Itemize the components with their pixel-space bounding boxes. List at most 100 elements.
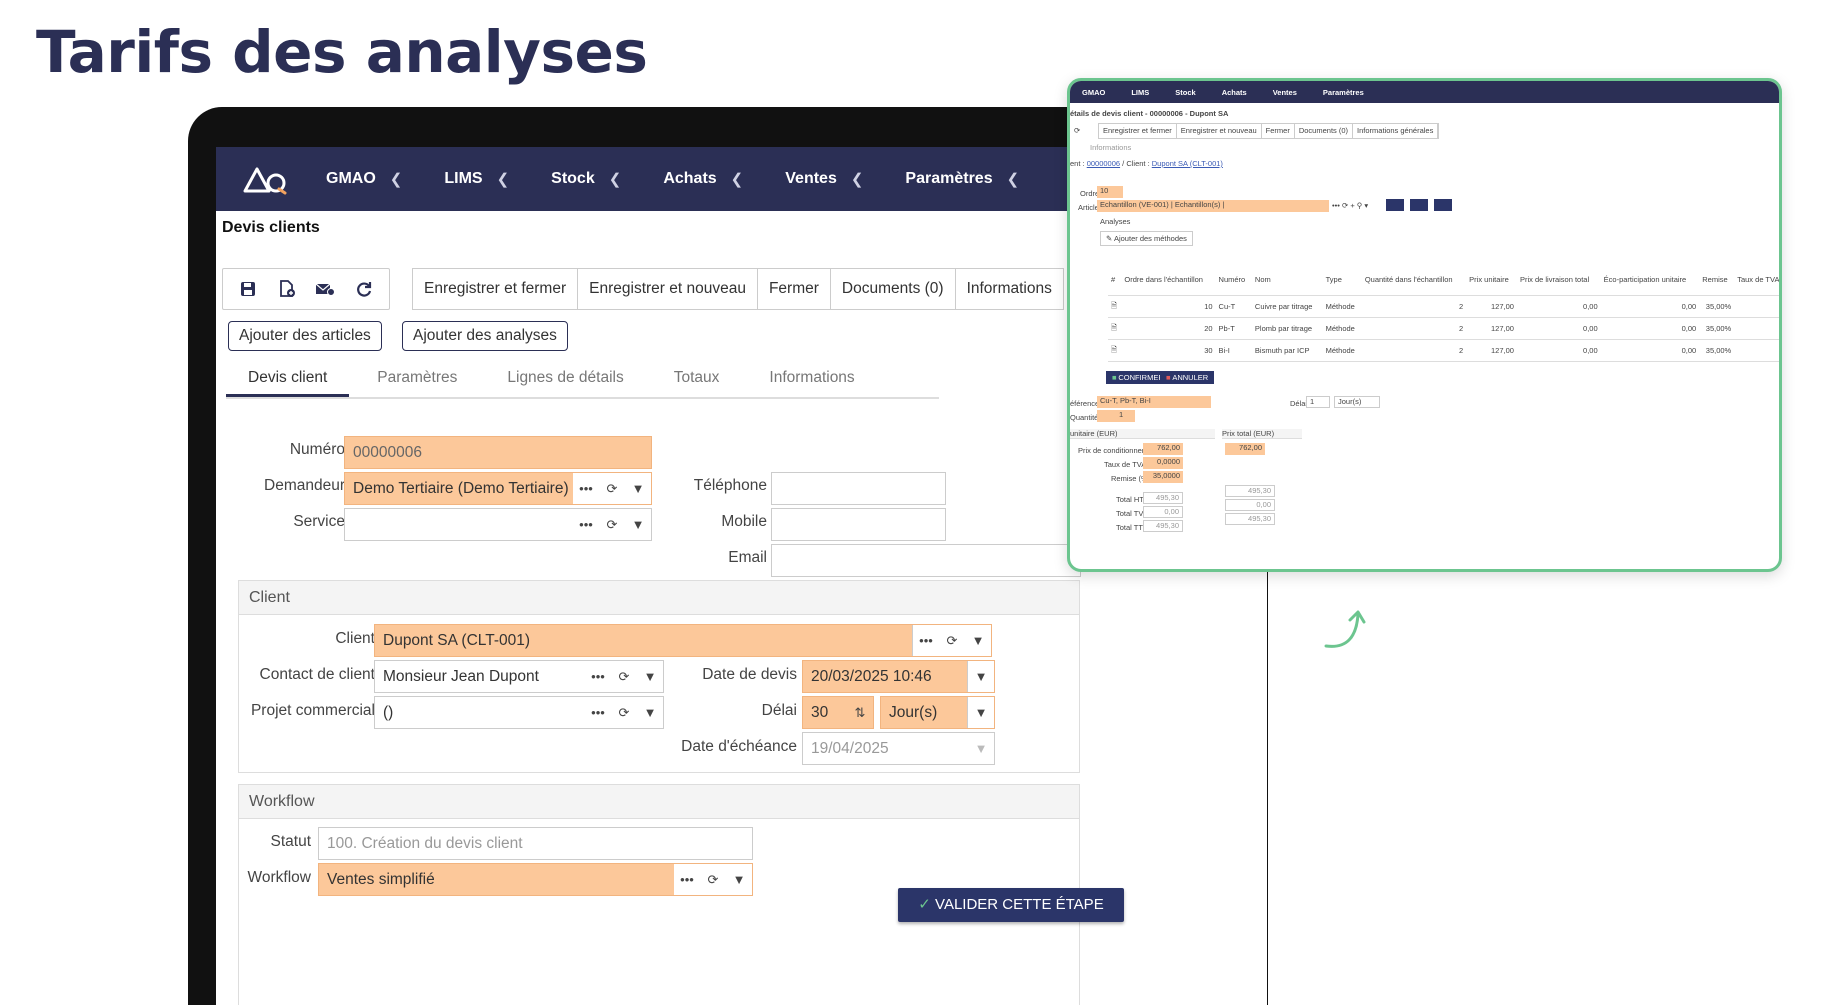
client-field[interactable]: Dupont SA (CLT-001) ••• ⟳ ▼ xyxy=(374,624,992,657)
more-icon[interactable]: ••• xyxy=(585,697,611,728)
more-icon[interactable]: ••• xyxy=(585,661,611,692)
chevron-down-icon[interactable]: ▼ xyxy=(726,864,752,895)
inset-save-new-button[interactable]: Enregistrer et nouveau xyxy=(1177,124,1262,138)
chevron-down-icon[interactable]: ▼ xyxy=(625,473,651,504)
nav-item-achats[interactable]: Achats ❮ xyxy=(663,170,743,188)
inset-nav-item[interactable]: Paramètres xyxy=(1323,88,1364,97)
inset-tab[interactable]: Informations xyxy=(1090,143,1131,152)
chevron-down-icon[interactable]: ▼ xyxy=(625,509,651,540)
more-icon[interactable]: ••• xyxy=(913,625,939,656)
service-field[interactable]: ••• ⟳ ▼ xyxy=(344,508,652,541)
table-row[interactable]: 🗎 30 Bi-I Bismuth par ICP Méthode 2 127,… xyxy=(1108,339,1779,362)
refresh-icon[interactable]: ⟳ xyxy=(611,661,637,692)
more-icon[interactable]: ••• xyxy=(573,473,599,504)
inset-sort-button[interactable] xyxy=(1434,199,1452,211)
chevron-down-icon[interactable]: ▼ xyxy=(968,733,994,764)
inset-add-methods-button[interactable]: ✎ Ajouter des méthodes xyxy=(1100,231,1193,246)
inset-nav-item[interactable]: Stock xyxy=(1175,88,1195,97)
inset-total-price-field[interactable]: 762,00 xyxy=(1225,443,1265,455)
inset-tva-field[interactable]: 0,0000 xyxy=(1143,457,1183,469)
refresh-icon[interactable]: ⟳ xyxy=(599,473,625,504)
inset-nav-item[interactable]: Ventes xyxy=(1273,88,1297,97)
inset-ordre-field[interactable]: 10 xyxy=(1097,186,1123,198)
demandeur-field[interactable]: Demo Tertiaire (Demo Tertiaire) ••• ⟳ ▼ xyxy=(344,472,652,505)
chevron-down-icon[interactable]: ▼ xyxy=(968,661,994,692)
inset-nav-item[interactable]: GMAO xyxy=(1082,88,1105,97)
inset-documents-button[interactable]: Documents (0) xyxy=(1295,124,1354,138)
table-row[interactable]: 🗎 10 Cu-T Cuivre par titrage Méthode 2 1… xyxy=(1108,295,1779,318)
workflow-field[interactable]: Ventes simplifié ••• ⟳ ▼ xyxy=(318,863,753,896)
tab-parametres[interactable]: Paramètres xyxy=(355,359,479,397)
mobile-field[interactable] xyxy=(771,508,946,541)
echeance-field[interactable]: 19/04/2025 ▼ xyxy=(802,732,995,765)
telephone-field[interactable] xyxy=(771,472,946,505)
email-icon[interactable] xyxy=(315,279,336,299)
tab-totaux[interactable]: Totaux xyxy=(652,359,742,397)
contact-field[interactable]: Monsieur Jean Dupont ••• ⟳ ▼ xyxy=(374,660,664,693)
tab-informations[interactable]: Informations xyxy=(747,359,876,397)
refresh-icon[interactable]: ⟳ xyxy=(599,509,625,540)
date-devis-field[interactable]: 20/03/2025 10:46 ▼ xyxy=(802,660,995,693)
table-row[interactable]: 🗎 20 Pb-T Plomb par titrage Méthode 2 12… xyxy=(1108,317,1779,340)
inset-reference-field[interactable]: Cu-T, Pb-T, Bi-I xyxy=(1097,396,1211,408)
document-icon[interactable]: 🗎 xyxy=(1108,317,1122,340)
statut-field[interactable]: 100. Création du devis client xyxy=(318,827,753,860)
add-analyses-button[interactable]: Ajouter des analyses xyxy=(402,321,568,351)
delai-unit-field[interactable]: Jour(s) ▼ xyxy=(880,696,995,729)
nav-item-gmao[interactable]: GMAO ❮ xyxy=(326,170,402,188)
inset-article-field[interactable]: Echantillon (VE-001) | Echantillon(s) | xyxy=(1097,200,1329,212)
inset-nav-item[interactable]: LIMS xyxy=(1131,88,1149,97)
save-and-new-button[interactable]: Enregistrer et nouveau xyxy=(578,269,758,309)
chevron-down-icon[interactable]: ▼ xyxy=(637,697,663,728)
inset-breadcrumb-devis[interactable]: 00000006 xyxy=(1087,159,1120,168)
inset-breadcrumb-client[interactable]: Dupont SA (CLT-001) xyxy=(1152,159,1223,168)
inset-quantite-field[interactable]: 1 xyxy=(1097,410,1135,422)
add-articles-button[interactable]: Ajouter des articles xyxy=(228,321,382,351)
chevron-down-icon[interactable]: ▼ xyxy=(968,697,994,728)
informations-button[interactable]: Informations xyxy=(956,269,1063,309)
nav-item-ventes[interactable]: Ventes ❮ xyxy=(785,170,863,188)
table-cell: 0,00 xyxy=(1516,317,1601,340)
validate-step-button[interactable]: ✓ VALIDER CETTE ÉTAPE xyxy=(898,888,1124,922)
more-icon[interactable]: ••• xyxy=(674,864,700,895)
document-icon[interactable]: 🗎 xyxy=(1108,295,1122,318)
inset-field-controls[interactable]: ••• ⟳ + ⚲ ▾ xyxy=(1332,201,1368,210)
inset-filter-button[interactable] xyxy=(1386,199,1404,211)
inset-remise-field[interactable]: 35,0000 xyxy=(1143,471,1183,483)
email-field[interactable] xyxy=(771,544,1081,577)
save-icon[interactable] xyxy=(238,279,258,299)
inset-info-button[interactable]: Informations générales xyxy=(1353,124,1439,138)
app-logo[interactable] xyxy=(226,147,306,211)
inset-link-button[interactable] xyxy=(1410,199,1428,211)
refresh-icon[interactable]: ⟳ xyxy=(700,864,726,895)
documents-button[interactable]: Documents (0) xyxy=(831,269,956,309)
inset-save-close-button[interactable]: Enregistrer et fermer xyxy=(1099,124,1177,138)
refresh-icon[interactable]: ⟳ xyxy=(611,697,637,728)
inset-refresh-icon[interactable]: ⟳ xyxy=(1074,126,1080,135)
save-and-close-button[interactable]: Enregistrer et fermer xyxy=(413,269,579,309)
inset-delai-field[interactable]: 1 xyxy=(1306,396,1330,408)
delai-field[interactable]: 30 ⇅ xyxy=(802,696,874,729)
inset-cancel-button[interactable]: ■ ANNULER xyxy=(1160,371,1215,384)
tab-devis-client[interactable]: Devis client xyxy=(226,359,350,397)
table-header: Prix de livraison total xyxy=(1516,265,1601,296)
inset-delai-unit-field[interactable]: Jour(s) xyxy=(1334,396,1380,408)
refresh-icon[interactable] xyxy=(354,279,374,299)
stepper-icon[interactable]: ⇅ xyxy=(847,697,873,728)
close-button[interactable]: Fermer xyxy=(758,269,831,309)
more-icon[interactable]: ••• xyxy=(573,509,599,540)
document-icon[interactable]: 🗎 xyxy=(1108,339,1122,362)
nav-item-parametres[interactable]: Paramètres ❮ xyxy=(905,170,1019,188)
nav-item-stock[interactable]: Stock ❮ xyxy=(551,170,621,188)
new-document-icon[interactable] xyxy=(277,279,297,299)
inset-close-button[interactable]: Fermer xyxy=(1262,124,1295,138)
tab-lignes-details[interactable]: Lignes de détails xyxy=(485,359,645,397)
inset-nav-item[interactable]: Achats xyxy=(1222,88,1247,97)
inset-prix-cond-field[interactable]: 762,00 xyxy=(1143,443,1183,455)
numero-field[interactable]: 00000006 xyxy=(344,436,652,469)
chevron-down-icon[interactable]: ▼ xyxy=(637,661,663,692)
refresh-icon[interactable]: ⟳ xyxy=(939,625,965,656)
nav-item-lims[interactable]: LIMS ❮ xyxy=(444,170,509,188)
projet-field[interactable]: () ••• ⟳ ▼ xyxy=(374,696,664,729)
chevron-down-icon[interactable]: ▼ xyxy=(965,625,991,656)
